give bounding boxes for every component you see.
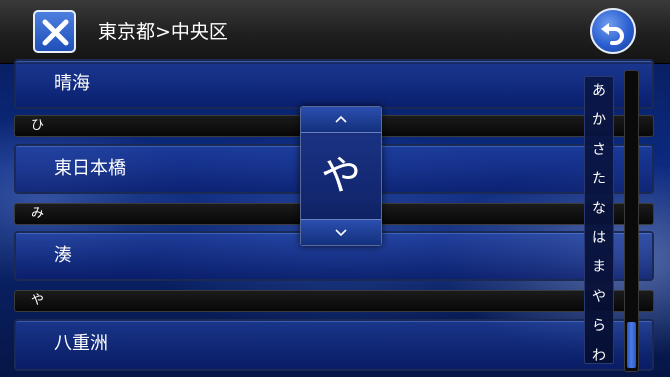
kana-index-sa[interactable]: さ	[585, 136, 613, 165]
chevron-up-icon	[335, 115, 347, 123]
back-arrow-icon	[601, 23, 624, 45]
kana-index-na[interactable]: な	[585, 195, 613, 224]
list-item[interactable]: 八重洲	[14, 319, 654, 371]
kana-index-a[interactable]: あ	[585, 77, 613, 106]
close-x-icon	[42, 19, 69, 46]
letter-jump-popup: や	[300, 106, 382, 246]
kana-index-ta[interactable]: た	[585, 165, 613, 194]
list-item-label: 東日本橋	[54, 158, 126, 179]
page-title: 東京都>中央区	[98, 21, 228, 43]
kana-index-wa[interactable]: わ	[585, 342, 613, 371]
list-item-label: 八重洲	[54, 333, 108, 354]
letter-prev-button[interactable]	[301, 107, 381, 133]
title-bar: 東京都>中央区	[0, 0, 670, 64]
scrollbar-thumb[interactable]	[627, 322, 636, 368]
screen: 東京都>中央区 晴海 ひ 東日本橋 み 湊 や 八重洲 や あ か さ た な …	[0, 0, 670, 377]
back-button[interactable]	[590, 8, 636, 54]
scrollbar[interactable]	[624, 70, 639, 372]
section-header-label: ひ	[31, 118, 45, 133]
section-header-label: や	[31, 293, 45, 308]
current-letter: や	[321, 153, 361, 199]
kana-index-bar: あ か さ た な は ま や ら わ	[584, 76, 614, 364]
list-item-label: 湊	[54, 245, 72, 266]
section-header-label: み	[31, 206, 45, 221]
kana-index-ya[interactable]: や	[585, 283, 613, 312]
kana-index-ra[interactable]: ら	[585, 312, 613, 341]
kana-index-ha[interactable]: は	[585, 224, 613, 253]
list-item[interactable]: 晴海	[14, 59, 654, 109]
kana-index-ma[interactable]: ま	[585, 253, 613, 282]
list-item-label: 晴海	[54, 73, 90, 94]
chevron-down-icon	[335, 229, 347, 237]
section-header: や	[14, 290, 654, 312]
close-button[interactable]	[33, 10, 76, 53]
kana-index-ka[interactable]: か	[585, 106, 613, 135]
letter-next-button[interactable]	[301, 219, 381, 245]
